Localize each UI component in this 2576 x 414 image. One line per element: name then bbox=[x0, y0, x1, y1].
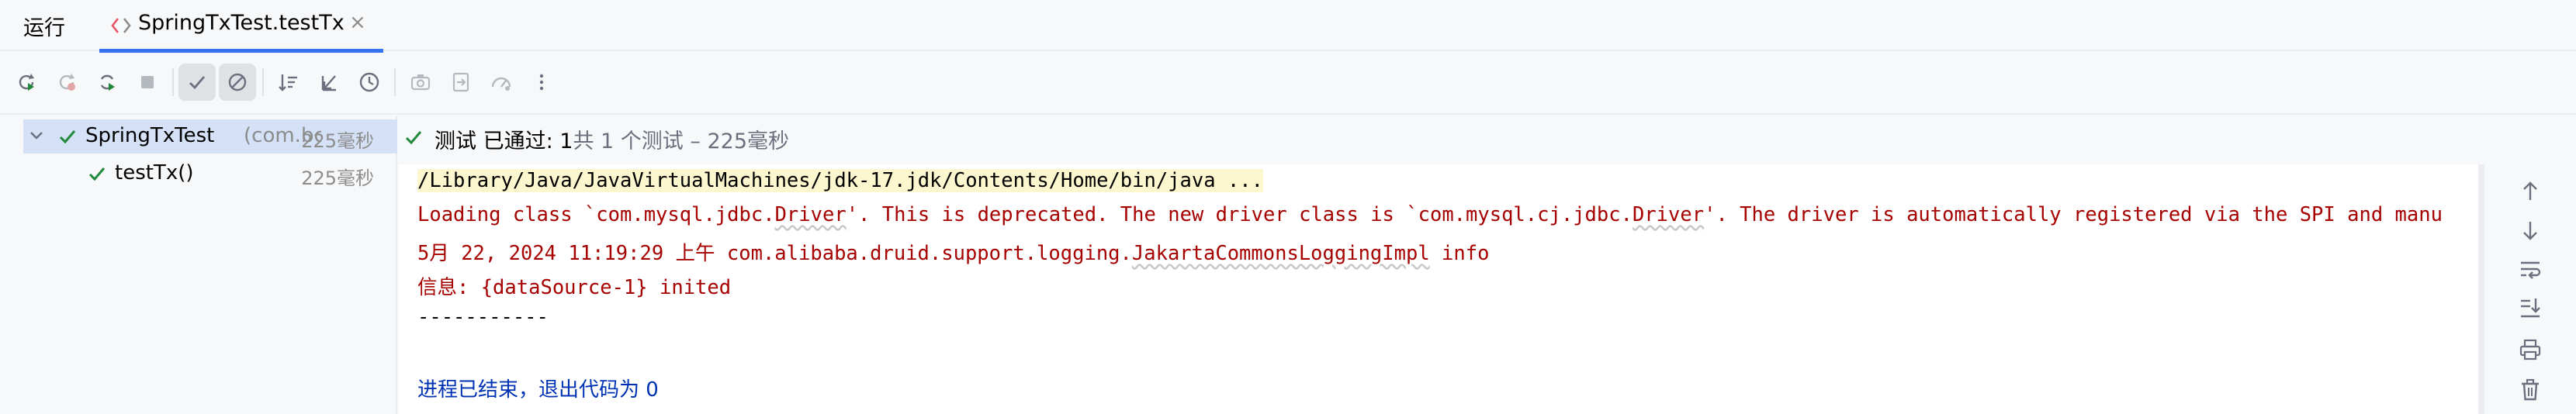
show-passed-icon bbox=[189, 76, 206, 90]
console-line-output[interactable]: ----------- bbox=[417, 305, 549, 329]
toolbar-separator bbox=[262, 68, 264, 96]
toolbar-separator bbox=[172, 68, 174, 96]
collapse-all-icon bbox=[321, 75, 336, 91]
screenshot-icon bbox=[410, 74, 431, 91]
rerun-failed-icon bbox=[59, 74, 75, 91]
rerun-icon bbox=[19, 74, 34, 91]
console-text: Driver bbox=[1632, 203, 1705, 226]
up-arrow-icon[interactable] bbox=[2517, 178, 2543, 205]
tree-node-label: SpringTxTest bbox=[85, 124, 215, 147]
passed-check-icon bbox=[59, 130, 76, 144]
print-icon[interactable] bbox=[2517, 336, 2543, 363]
show-passed-button[interactable] bbox=[178, 64, 216, 101]
export-icon bbox=[452, 72, 469, 92]
console-line-command[interactable]: /Library/Java/JavaVirtualMachines/jdk-17… bbox=[417, 169, 1264, 192]
console-text: 5月 22, 2024 11:19:29 上午 com.alibaba.drui… bbox=[417, 242, 1132, 265]
console-line-exit[interactable]: 进程已结束，退出代码为 0 bbox=[417, 374, 659, 402]
more-button[interactable] bbox=[523, 64, 560, 101]
console-line-error[interactable]: Loading class `com.mysql.jdbc.Driver'. T… bbox=[417, 203, 2443, 226]
console-text: Loading class `com.mysql.jdbc. bbox=[417, 203, 775, 226]
toolbar-separator bbox=[394, 68, 396, 96]
tab-label: SpringTxTest.testTx bbox=[138, 11, 345, 35]
show-ignored-icon bbox=[228, 73, 247, 91]
console-text: Driver bbox=[774, 203, 847, 226]
show-ignored-button[interactable] bbox=[219, 64, 256, 101]
run-toolbar bbox=[0, 53, 2576, 115]
tree-node-springtxtest[interactable]: SpringTxTest (com.bc 225毫秒 bbox=[23, 119, 397, 154]
console-text: info bbox=[1429, 242, 1490, 265]
sort-by-duration-button[interactable] bbox=[351, 64, 388, 101]
test-status-line: 测试 已通过: 1共 1 个测试 – 225毫秒 bbox=[399, 116, 2576, 164]
console-text: JakartaCommonsLoggingImpl bbox=[1131, 242, 1430, 265]
rerun-button[interactable] bbox=[8, 64, 45, 101]
test-diff-icon bbox=[111, 18, 131, 33]
chevron-down-icon[interactable] bbox=[28, 127, 45, 144]
console-gutter bbox=[2478, 164, 2576, 414]
status-summary: 共 1 个测试 – 225毫秒 bbox=[573, 129, 789, 154]
console-line-error[interactable]: 信息: {dataSource-1} inited bbox=[417, 271, 731, 300]
sort-alphabetically-icon bbox=[279, 74, 297, 91]
tree-node-testtx[interactable]: testTx() 225毫秒 bbox=[23, 157, 397, 191]
passed-check-icon bbox=[88, 167, 106, 181]
collapse-all-button[interactable] bbox=[310, 64, 348, 101]
down-arrow-icon[interactable] bbox=[2517, 217, 2543, 243]
console-text: '. This is deprecated. The new driver cl… bbox=[846, 203, 1633, 226]
stop-icon bbox=[141, 76, 154, 88]
soft-wrap-icon[interactable] bbox=[2517, 256, 2543, 282]
status-text: 测试 已通过: 1共 1 个测试 – 225毫秒 bbox=[435, 124, 789, 154]
run-tool-title: 运行 bbox=[23, 16, 65, 40]
tree-node-time: 225毫秒 bbox=[301, 130, 374, 152]
clear-all-icon[interactable] bbox=[2517, 377, 2543, 403]
stop-button[interactable] bbox=[129, 64, 166, 101]
tab-springtxtest-testtx[interactable]: SpringTxTest.testTx × bbox=[99, 0, 383, 53]
test-tree-panel: SpringTxTest (com.bc 225毫秒 testTx() 225毫… bbox=[0, 116, 397, 414]
coverage-button[interactable] bbox=[483, 64, 520, 101]
tree-node-label: testTx() bbox=[115, 161, 194, 185]
export-button[interactable] bbox=[442, 64, 480, 101]
toggle-auto-test-button[interactable] bbox=[88, 64, 126, 101]
tab-close-icon[interactable]: × bbox=[349, 11, 366, 34]
console-output[interactable]: /Library/Java/JavaVirtualMachines/jdk-17… bbox=[399, 164, 2478, 414]
rerun-failed-button[interactable] bbox=[48, 64, 85, 101]
tool-window-tabbar: 运行 SpringTxTest.testTx × bbox=[0, 0, 2576, 53]
passed-check-icon bbox=[405, 131, 422, 145]
sort-by-duration-icon bbox=[359, 72, 379, 92]
console-text: '. The driver is automatically registere… bbox=[1704, 203, 2443, 226]
toggle-auto-test-icon bbox=[100, 74, 115, 91]
coverage-icon bbox=[491, 77, 511, 91]
console-scrollbar[interactable] bbox=[2480, 164, 2484, 414]
console-line-error[interactable]: 5月 22, 2024 11:19:29 上午 com.alibaba.drui… bbox=[417, 237, 1489, 266]
more-icon bbox=[539, 74, 544, 91]
status-prefix: 测试 已通过: bbox=[435, 129, 560, 154]
status-passed-count: 1 bbox=[559, 129, 573, 154]
scroll-to-end-icon[interactable] bbox=[2517, 295, 2543, 321]
sort-alphabetically-button[interactable] bbox=[270, 64, 307, 101]
screenshot-button[interactable] bbox=[402, 64, 439, 101]
tree-node-time: 225毫秒 bbox=[301, 167, 374, 189]
